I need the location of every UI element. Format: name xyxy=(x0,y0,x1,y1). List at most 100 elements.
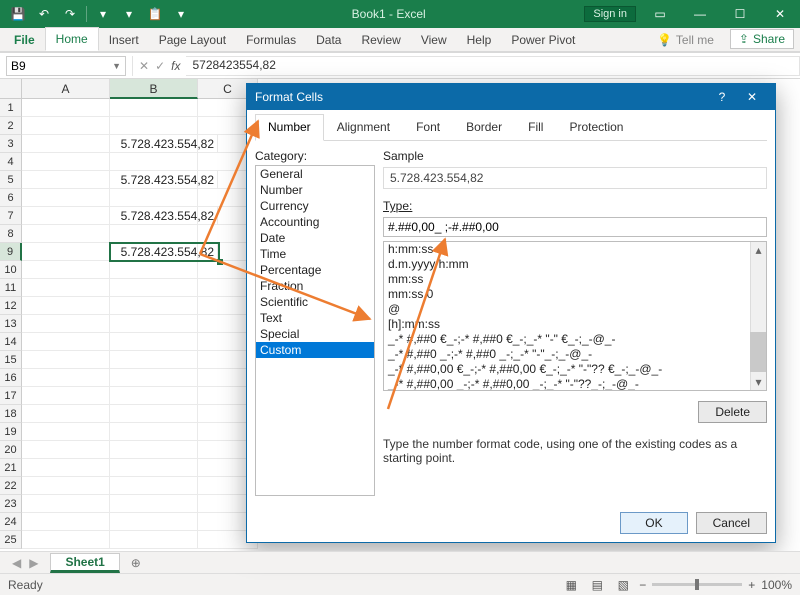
tab-help[interactable]: Help xyxy=(457,29,502,51)
tab-insert[interactable]: Insert xyxy=(99,29,149,51)
row-header-13[interactable]: 13 xyxy=(0,315,22,333)
tab-page-layout[interactable]: Page Layout xyxy=(149,29,236,51)
row-header-19[interactable]: 19 xyxy=(0,423,22,441)
enter-formula-icon[interactable]: ✓ xyxy=(155,59,165,73)
tab-formulas[interactable]: Formulas xyxy=(236,29,306,51)
row-header-20[interactable]: 20 xyxy=(0,441,22,459)
ribbon-display-icon[interactable]: ▭ xyxy=(640,0,680,28)
type-list-item[interactable]: @ xyxy=(384,302,750,317)
col-header-a[interactable]: A xyxy=(22,79,110,99)
qat-more-icon[interactable]: ▾ xyxy=(169,3,193,25)
cell-b3[interactable]: 5.728.423.554,82 xyxy=(110,135,218,153)
category-item-scientific[interactable]: Scientific xyxy=(256,294,374,310)
chevron-down-icon[interactable]: ▼ xyxy=(112,61,121,71)
row-header-9[interactable]: 9 xyxy=(0,243,22,261)
row-header-16[interactable]: 16 xyxy=(0,369,22,387)
cell-b5[interactable]: 5.728.423.554,82 xyxy=(110,171,218,189)
dialog-tab-font[interactable]: Font xyxy=(403,114,453,140)
sheet-next-icon[interactable]: ▶ xyxy=(29,556,38,570)
row-header-4[interactable]: 4 xyxy=(0,153,22,171)
category-item-currency[interactable]: Currency xyxy=(256,198,374,214)
minimize-icon[interactable]: — xyxy=(680,0,720,28)
qat-paste-icon[interactable]: 📋 xyxy=(143,3,167,25)
category-item-percentage[interactable]: Percentage xyxy=(256,262,374,278)
redo-icon[interactable]: ↷ xyxy=(58,3,82,25)
row-header-12[interactable]: 12 xyxy=(0,297,22,315)
cell-b7[interactable]: 5.728.423.554,82 xyxy=(110,207,218,225)
share-button[interactable]: ⇪ Share xyxy=(730,29,794,49)
zoom-slider[interactable] xyxy=(652,583,742,586)
scroll-down-icon[interactable]: ▾ xyxy=(751,374,766,390)
select-all-corner[interactable] xyxy=(0,79,22,99)
type-list-item[interactable]: _-* #,##0,00 €_-;-* #,##0,00 €_-;_-* "-"… xyxy=(384,362,750,377)
fx-icon[interactable]: fx xyxy=(171,59,180,73)
qat-dropdown-2[interactable]: ▾ xyxy=(117,3,141,25)
dialog-close-icon[interactable]: ✕ xyxy=(737,90,767,104)
close-icon[interactable]: ✕ xyxy=(760,0,800,28)
tab-review[interactable]: Review xyxy=(351,29,410,51)
undo-icon[interactable]: ↶ xyxy=(32,3,56,25)
category-item-fraction[interactable]: Fraction xyxy=(256,278,374,294)
row-header-14[interactable]: 14 xyxy=(0,333,22,351)
row-header-5[interactable]: 5 xyxy=(0,171,22,189)
tab-view[interactable]: View xyxy=(411,29,457,51)
help-icon[interactable]: ? xyxy=(707,90,737,104)
row-header-1[interactable]: 1 xyxy=(0,99,22,117)
zoom-value[interactable]: 100% xyxy=(761,578,792,592)
category-item-time[interactable]: Time xyxy=(256,246,374,262)
page-layout-view-icon[interactable]: ▤ xyxy=(587,576,607,594)
row-header-7[interactable]: 7 xyxy=(0,207,22,225)
cancel-button[interactable]: Cancel xyxy=(696,512,767,534)
tab-home[interactable]: Home xyxy=(45,27,99,51)
formula-input[interactable]: 5728423554,82 xyxy=(186,56,800,76)
type-list-item[interactable]: _-* #,##0,00 _-;-* #,##0,00 _-;_-* "-"??… xyxy=(384,377,750,390)
zoom-out-icon[interactable]: − xyxy=(639,578,646,592)
delete-button[interactable]: Delete xyxy=(698,401,767,423)
dialog-tab-alignment[interactable]: Alignment xyxy=(324,114,403,140)
category-item-date[interactable]: Date xyxy=(256,230,374,246)
sheet-tab-1[interactable]: Sheet1 xyxy=(50,553,119,573)
type-list-item[interactable]: h:mm:ss xyxy=(384,242,750,257)
category-item-text[interactable]: Text xyxy=(256,310,374,326)
category-item-accounting[interactable]: Accounting xyxy=(256,214,374,230)
row-header-25[interactable]: 25 xyxy=(0,531,22,549)
ok-button[interactable]: OK xyxy=(620,512,687,534)
type-input[interactable] xyxy=(383,217,767,237)
signin-button[interactable]: Sign in xyxy=(584,6,636,22)
category-item-custom[interactable]: Custom xyxy=(256,342,374,358)
row-header-21[interactable]: 21 xyxy=(0,459,22,477)
category-list[interactable]: GeneralNumberCurrencyAccountingDateTimeP… xyxy=(255,165,375,496)
dialog-tab-fill[interactable]: Fill xyxy=(515,114,556,140)
type-list-scrollbar[interactable]: ▴ ▾ xyxy=(750,242,766,390)
tab-data[interactable]: Data xyxy=(306,29,351,51)
dialog-tab-border[interactable]: Border xyxy=(453,114,515,140)
save-icon[interactable]: 💾 xyxy=(6,3,30,25)
row-header-15[interactable]: 15 xyxy=(0,351,22,369)
normal-view-icon[interactable]: ▦ xyxy=(561,576,581,594)
category-item-general[interactable]: General xyxy=(256,166,374,182)
maximize-icon[interactable]: ☐ xyxy=(720,0,760,28)
row-header-3[interactable]: 3 xyxy=(0,135,22,153)
row-header-6[interactable]: 6 xyxy=(0,189,22,207)
type-list-item[interactable]: _-* #,##0 _-;-* #,##0 _-;_-* "-"_-;_-@_- xyxy=(384,347,750,362)
type-list-item[interactable]: [h]:mm:ss xyxy=(384,317,750,332)
row-header-2[interactable]: 2 xyxy=(0,117,22,135)
add-sheet-icon[interactable]: ⊕ xyxy=(126,553,146,573)
name-box[interactable]: B9 ▼ xyxy=(6,56,126,76)
type-list-item[interactable]: mm:ss xyxy=(384,272,750,287)
tab-power-pivot[interactable]: Power Pivot xyxy=(501,29,585,51)
row-header-24[interactable]: 24 xyxy=(0,513,22,531)
fill-handle[interactable] xyxy=(217,259,223,265)
row-header-18[interactable]: 18 xyxy=(0,405,22,423)
type-list[interactable]: h:mm:ssd.m.yyyy h:mmmm:ssmm:ss,0@[h]:mm:… xyxy=(383,241,767,391)
tab-file[interactable]: File xyxy=(4,29,45,51)
type-list-item[interactable]: d.m.yyyy h:mm xyxy=(384,257,750,272)
category-item-special[interactable]: Special xyxy=(256,326,374,342)
scroll-thumb[interactable] xyxy=(750,332,766,372)
row-header-8[interactable]: 8 xyxy=(0,225,22,243)
dialog-tab-protection[interactable]: Protection xyxy=(556,114,636,140)
row-header-10[interactable]: 10 xyxy=(0,261,22,279)
dialog-tab-number[interactable]: Number xyxy=(255,114,324,141)
page-break-view-icon[interactable]: ▧ xyxy=(613,576,633,594)
qat-dropdown-1[interactable]: ▾ xyxy=(91,3,115,25)
